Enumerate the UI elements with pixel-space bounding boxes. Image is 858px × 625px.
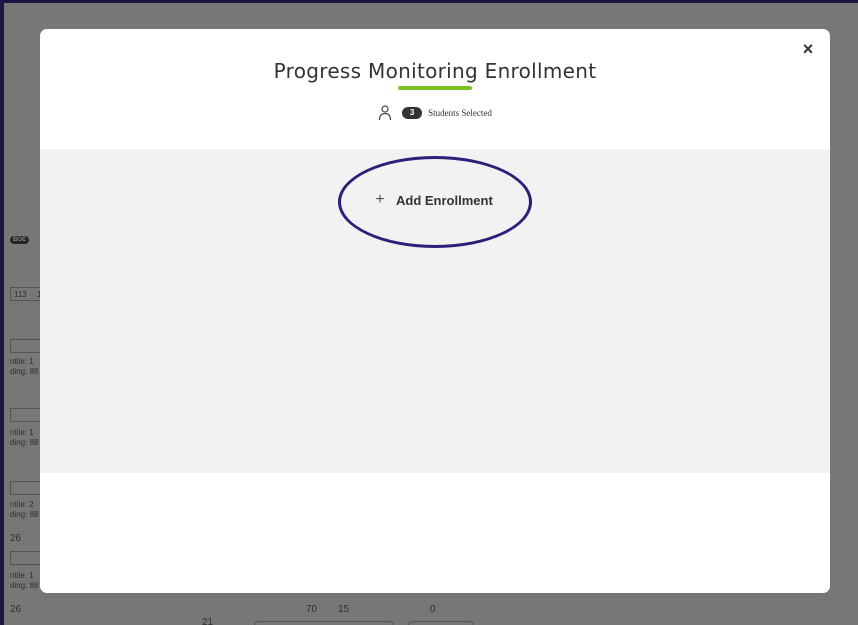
modal-body: + Add Enrollment <box>40 149 830 473</box>
students-selected-label: Students Selected <box>428 108 492 118</box>
add-enrollment-label: Add Enrollment <box>396 192 493 208</box>
modal-title: Progress Monitoring Enrollment <box>273 59 597 83</box>
plus-icon: + <box>375 191 385 208</box>
student-count-badge: 3 <box>402 107 423 119</box>
title-underline <box>398 86 472 90</box>
enrollment-modal: × Progress Monitoring Enrollment 3 Stude… <box>40 29 830 593</box>
add-enrollment-button[interactable]: + Add Enrollment <box>372 191 493 209</box>
modal-header: Progress Monitoring Enrollment 3 Student… <box>40 29 830 149</box>
students-selected: 3 Students Selected <box>40 105 830 121</box>
person-icon <box>379 105 392 121</box>
